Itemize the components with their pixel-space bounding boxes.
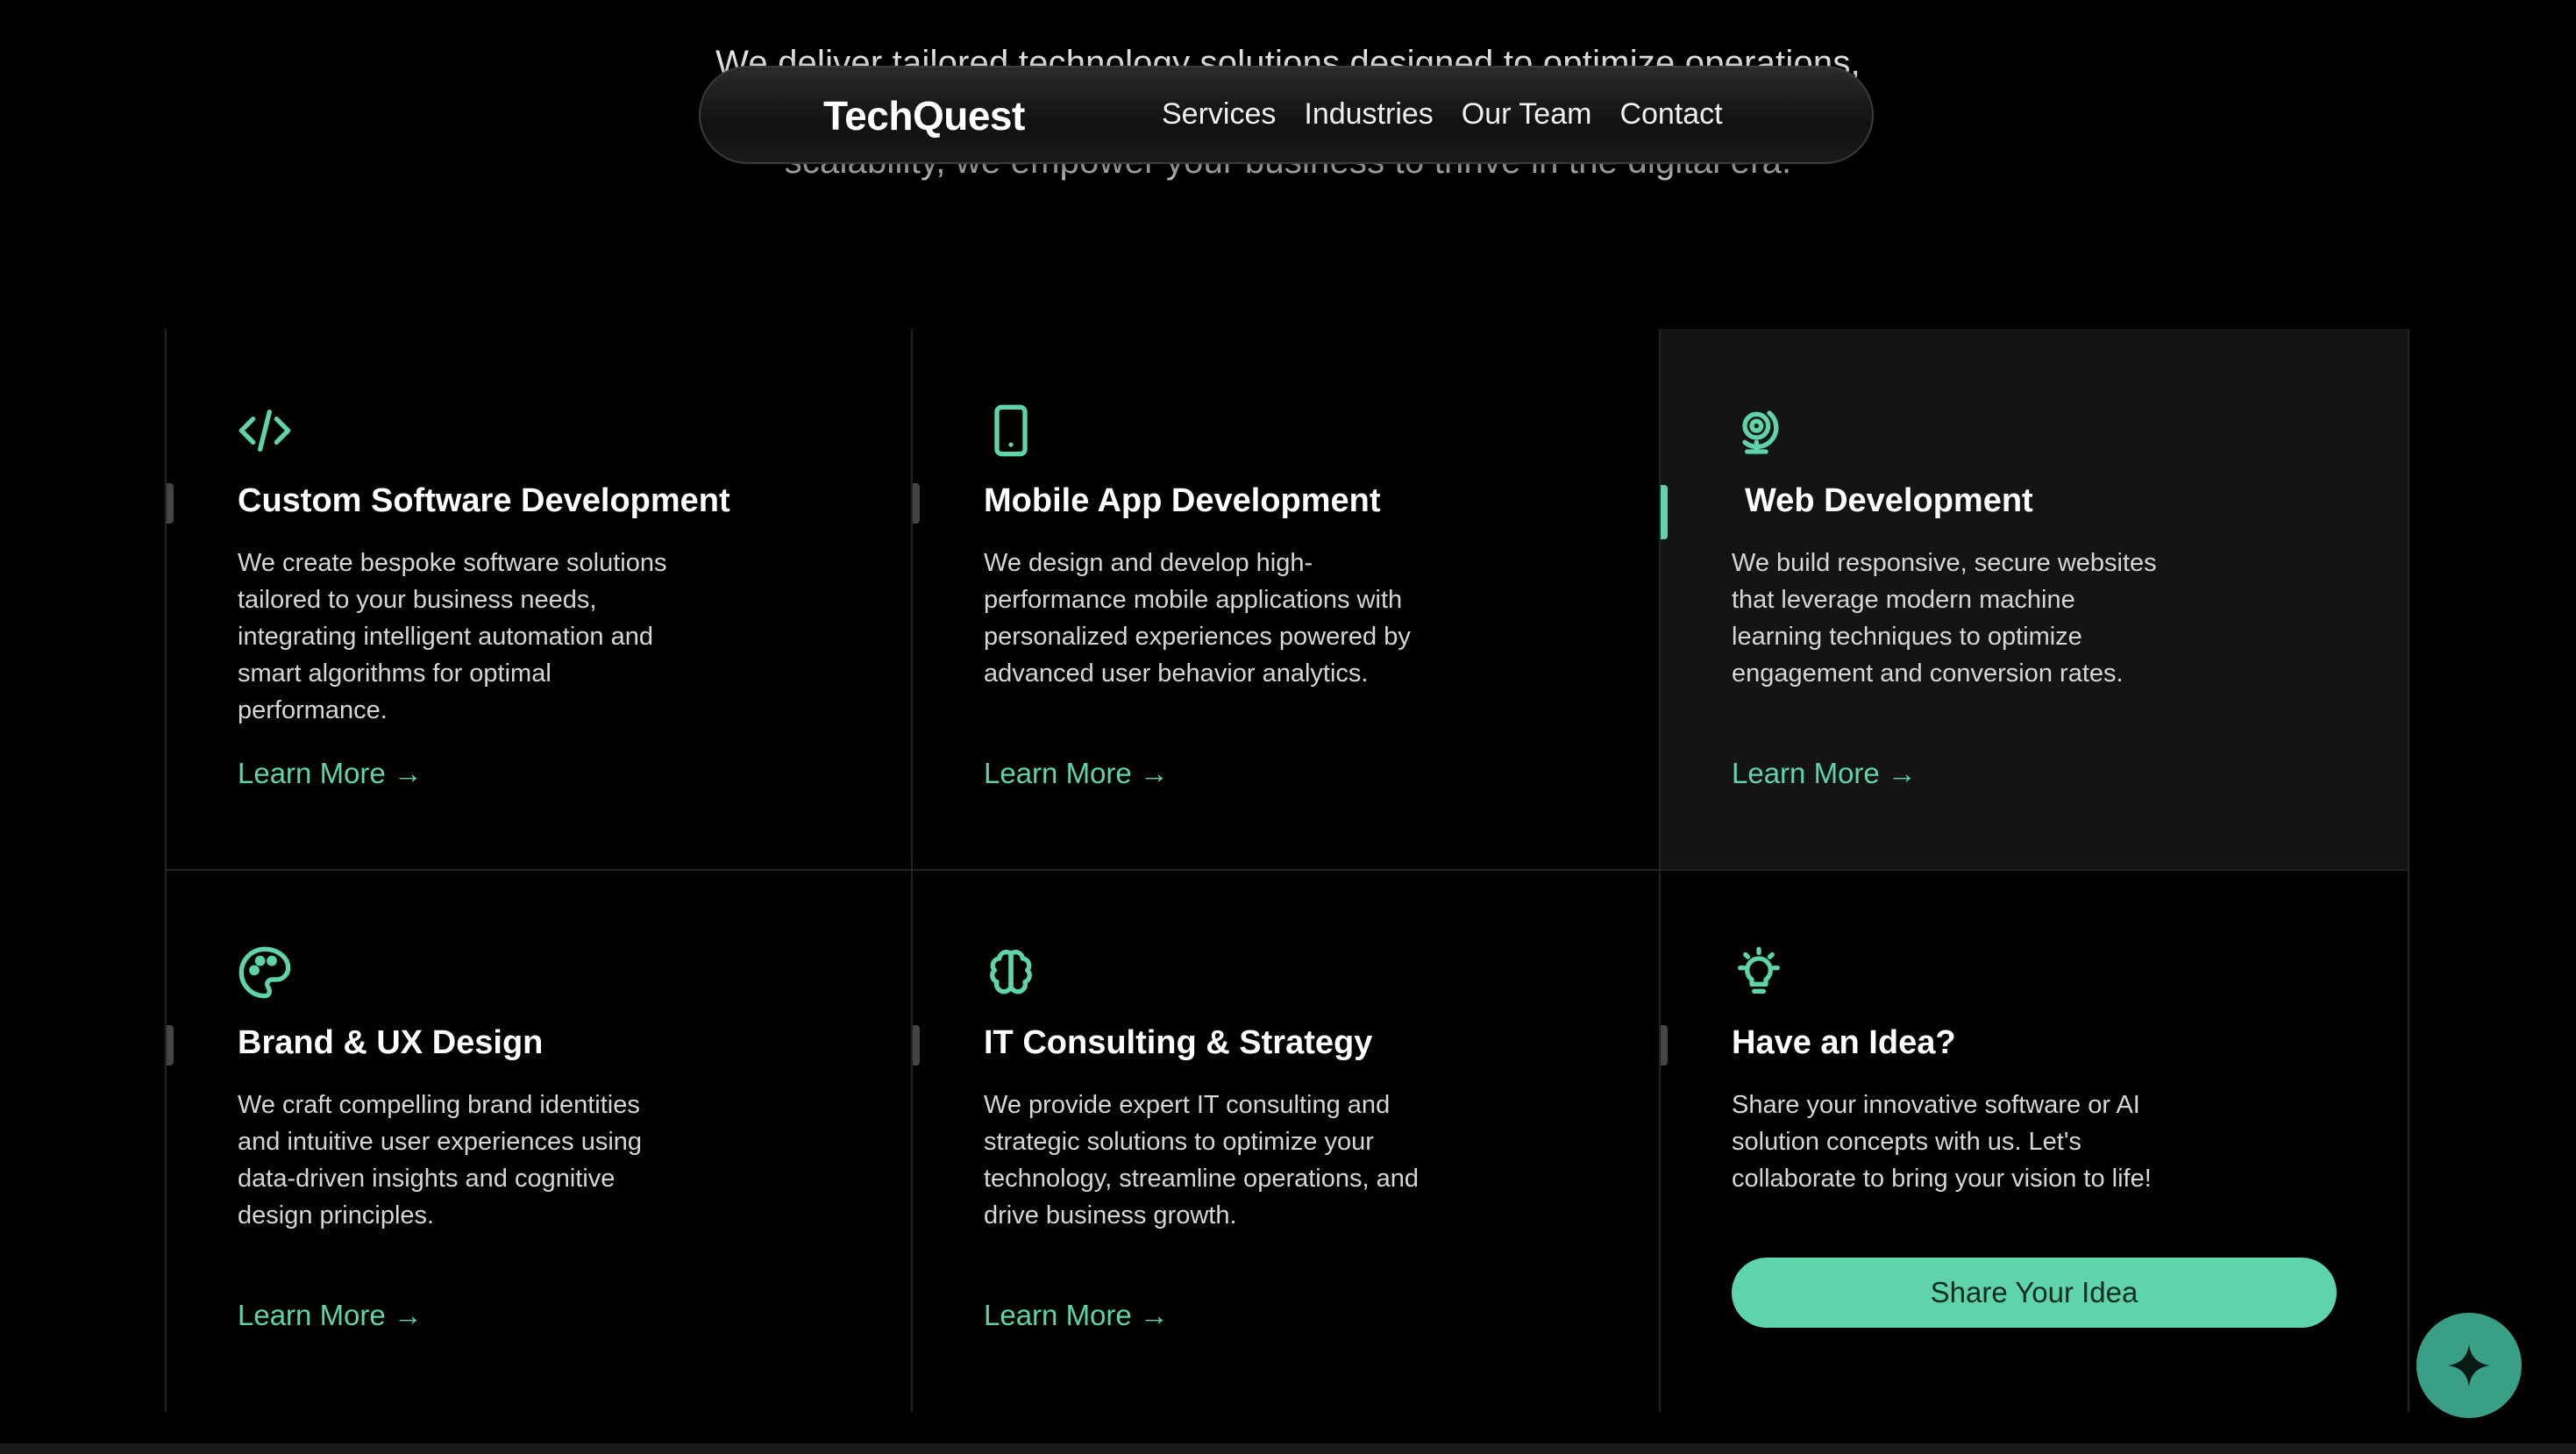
cta-description: Share your innovative software or AI sol… <box>1732 1091 2152 1193</box>
navbar: TechQuest Services Industries Our Team C… <box>699 66 1874 164</box>
learn-more-link[interactable]: Learn More → <box>984 757 1169 790</box>
card-description: We build responsive, secure websites tha… <box>1732 549 2157 688</box>
service-card-mobile-app: Mobile App Development We design and dev… <box>913 329 1659 869</box>
learn-more-link[interactable]: Learn More → <box>238 1299 423 1332</box>
brain-icon <box>983 944 1039 1001</box>
logo[interactable]: TechQuest <box>823 92 1025 139</box>
sparkle-icon <box>2447 1344 2491 1387</box>
card-title: Mobile App Development <box>984 482 1381 519</box>
service-card-custom-software: Custom Software Development We create be… <box>167 329 911 869</box>
service-card-web-development: Web Development We build responsive, sec… <box>1661 329 2408 869</box>
nav-link-industries[interactable]: Industries <box>1304 97 1433 132</box>
card-description: We craft compelling brand identities and… <box>238 1091 643 1229</box>
card-description: We provide expert IT consulting and stra… <box>984 1091 1419 1229</box>
globe-icon <box>1731 403 1787 459</box>
nav-link-contact[interactable]: Contact <box>1619 97 1722 132</box>
card-accent-bar <box>913 483 920 524</box>
card-title: Custom Software Development <box>238 482 730 519</box>
learn-more-link[interactable]: Learn More → <box>1732 757 1917 790</box>
nav-link-our-team[interactable]: Our Team <box>1462 97 1592 132</box>
lightbulb-icon <box>1731 944 1787 1001</box>
palette-icon <box>237 944 293 1001</box>
learn-more-link[interactable]: Learn More → <box>984 1299 1169 1332</box>
nav-links: Services Industries Our Team Contact <box>1162 97 1723 132</box>
card-accent-bar <box>167 483 174 524</box>
card-accent-bar <box>913 1025 920 1066</box>
code-icon <box>237 403 293 459</box>
card-title: IT Consulting & Strategy <box>984 1024 1373 1061</box>
cta-title: Have an Idea? <box>1732 1024 1956 1061</box>
cta-card: Have an Idea? Share your innovative soft… <box>1661 871 2408 1412</box>
page-bottom-edge <box>0 1443 2576 1454</box>
smartphone-icon <box>983 403 1039 459</box>
card-accent-bar <box>167 1025 174 1066</box>
card-title: Web Development <box>1745 482 2033 519</box>
card-description: We design and develop high-performance m… <box>984 549 1411 688</box>
learn-more-link[interactable]: Learn More → <box>238 757 423 790</box>
services-grid: Custom Software Development We create be… <box>165 329 2409 1412</box>
assistant-fab-button[interactable] <box>2416 1313 2522 1418</box>
card-description: We create bespoke software solutions tai… <box>238 549 667 724</box>
nav-link-services[interactable]: Services <box>1162 97 1276 132</box>
card-accent-bar <box>1661 485 1668 539</box>
card-accent-bar <box>1661 1025 1668 1066</box>
card-title: Brand & UX Design <box>238 1024 544 1061</box>
service-card-brand-ux: Brand & UX Design We craft compelling br… <box>167 871 911 1412</box>
service-card-it-consulting: IT Consulting & Strategy We provide expe… <box>913 871 1659 1412</box>
share-idea-button[interactable]: Share Your Idea <box>1732 1258 2337 1328</box>
